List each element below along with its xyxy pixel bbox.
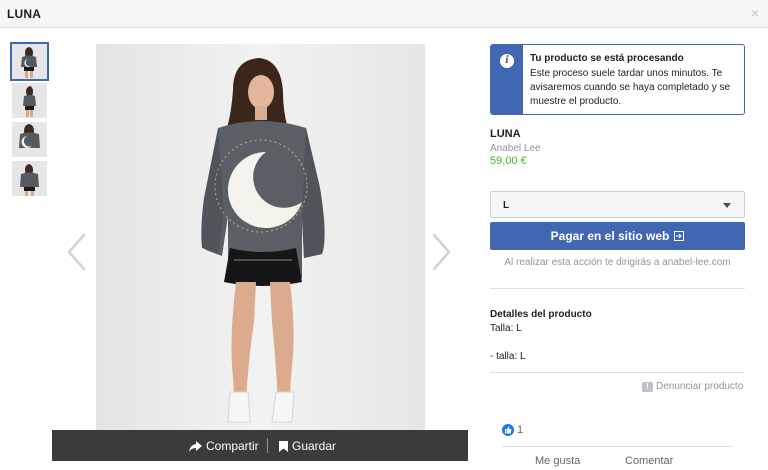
next-image-arrow-icon[interactable] — [428, 232, 454, 272]
close-icon[interactable]: × — [751, 5, 759, 21]
share-bar-divider — [267, 438, 268, 453]
thumbnail-front[interactable] — [10, 42, 49, 81]
divider — [490, 288, 745, 289]
notice-rail: i — [491, 45, 523, 114]
processing-notice: i Tu producto se está procesando Este pr… — [490, 44, 745, 115]
info-icon: i — [500, 54, 514, 68]
action-row: Me gusta Comentar — [515, 455, 745, 470]
size-dropdown[interactable]: L — [490, 191, 745, 218]
divider — [502, 446, 733, 447]
divider — [490, 372, 745, 373]
thumbnail-back-2[interactable] — [12, 161, 47, 196]
product-image — [96, 44, 425, 430]
details-heading: Detalles del producto — [490, 309, 592, 320]
modal-header: LUNA × — [0, 0, 768, 28]
notice-title: Tu producto se está procesando — [530, 53, 684, 64]
thumbnail-list — [10, 42, 49, 200]
reaction-summary[interactable]: 1 — [502, 424, 523, 436]
save-button[interactable]: Guardar — [279, 439, 336, 453]
chevron-down-icon — [723, 203, 731, 208]
previous-image-arrow-icon[interactable] — [64, 232, 90, 272]
like-icon — [502, 424, 514, 436]
share-button[interactable]: Compartir — [189, 439, 259, 453]
share-bar: Compartir Guardar — [52, 430, 468, 461]
seller-name[interactable]: Anabel Lee — [490, 143, 541, 154]
size-selected-value: L — [503, 200, 510, 211]
bookmark-icon — [279, 440, 288, 452]
thumbnail-back[interactable] — [12, 122, 47, 157]
comment-button[interactable]: Comentar — [625, 455, 673, 467]
like-count: 1 — [517, 424, 524, 436]
flag-icon: ! — [642, 381, 653, 392]
thumbnail-side[interactable] — [12, 83, 47, 118]
redirect-note: Al realizar esta acción te dirigirás a a… — [504, 257, 731, 268]
share-label: Compartir — [206, 439, 259, 453]
details-line: - talla: L — [490, 351, 526, 362]
notice-text: Este proceso suele tardar unos minutos. … — [530, 68, 731, 107]
details-line: Talla: L — [490, 323, 522, 334]
share-arrow-icon — [189, 440, 202, 452]
pay-on-website-button[interactable]: Pagar en el sitio web — [490, 222, 745, 250]
product-name: LUNA — [490, 128, 521, 140]
modal-title: LUNA — [7, 7, 42, 21]
like-button[interactable]: Me gusta — [535, 455, 580, 467]
pay-button-label: Pagar en el sitio web — [550, 229, 670, 243]
save-label: Guardar — [292, 439, 337, 453]
product-price: 59,00 € — [490, 155, 527, 167]
external-link-icon — [674, 231, 685, 241]
report-product-link[interactable]: ! Denunciar producto — [642, 381, 743, 392]
report-label: Denunciar producto — [656, 381, 744, 392]
